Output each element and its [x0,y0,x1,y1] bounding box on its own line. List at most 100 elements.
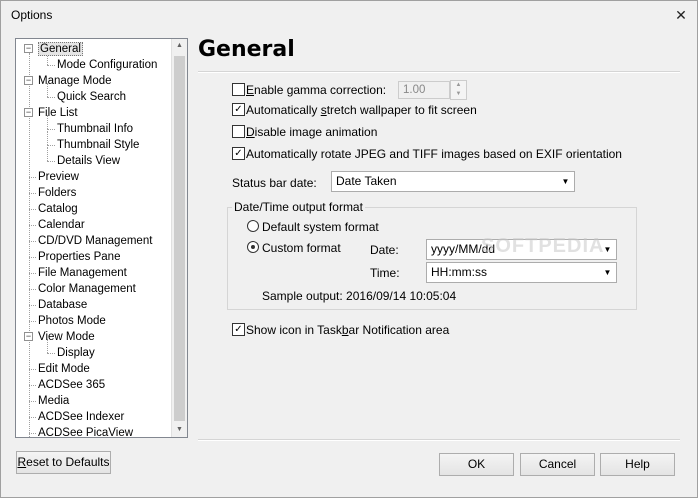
tree-item[interactable]: Thumbnail Info [57,121,133,137]
spin-up-icon[interactable]: ▲ [451,81,466,90]
tree-connector [29,385,36,386]
tree-connector [29,225,36,226]
auto-rotate-label[interactable]: Automatically rotate JPEG and TIFF image… [246,147,622,161]
options-tree[interactable]: ▲ ▼ General − Mode Configuration Manage Mod… [15,38,188,438]
tree-item-label: Database [38,299,88,311]
tree-item[interactable]: View Mode [38,329,95,345]
tree-connector [47,353,55,354]
tree-item[interactable]: Edit Mode [38,361,90,377]
scroll-up-arrow-icon[interactable]: ▲ [172,39,187,53]
tree-item[interactable]: Properties Pane [38,249,120,265]
help-button[interactable]: Help [600,453,675,476]
gamma-correction-label[interactable]: Enable gamma correction: [246,83,386,97]
tree-connector [29,417,36,418]
tree-item[interactable]: Folders [38,185,76,201]
tree-item-label: Catalog [38,203,78,215]
custom-format-label[interactable]: Custom format [262,241,341,255]
watermark-logo: SOFTPEDIA [481,235,605,257]
spin-down-icon[interactable]: ▼ [451,90,466,99]
tree-item-label: Display [57,347,95,359]
tree-item[interactable]: General [38,41,83,57]
scroll-thumb[interactable] [174,56,185,421]
tree-item-label: Thumbnail Style [57,139,140,151]
stretch-wallpaper-checkbox[interactable]: ✓ [232,103,245,116]
tree-connector [29,289,36,290]
gamma-spinner[interactable]: ▲ ▼ [450,80,467,100]
tree-item[interactable]: Media [38,393,69,409]
tree-item[interactable]: Manage Mode [38,73,112,89]
tree-item-label: Calendar [38,219,85,231]
tree-item[interactable]: ACDSee PicaView [38,425,133,437]
close-icon[interactable]: ✕ [671,5,691,25]
time-format-value: HH:mm:ss [431,265,487,279]
taskbar-icon-checkbox[interactable]: ✓ [232,323,245,336]
tree-connector [29,257,36,258]
tree-item[interactable]: Preview [38,169,79,185]
collapse-icon[interactable]: − [24,108,33,117]
tree-item[interactable]: Database [38,297,87,313]
anim-accel: D [246,125,255,139]
tree-item[interactable]: Color Management [38,281,136,297]
tree-item[interactable]: Details View [57,153,120,169]
chevron-down-icon[interactable]: ▼ [557,172,574,191]
taskbar-icon-label[interactable]: Show icon in Taskbar Notification area [246,323,449,337]
collapse-icon[interactable]: − [24,332,33,341]
tree-connector [29,209,36,210]
disable-animation-label[interactable]: Disable image animation [246,125,377,139]
title-bar: Options ✕ [1,1,697,29]
tree-item-label: ACDSee 365 [38,379,106,391]
tree-connector [29,321,36,322]
tree-item[interactable]: Thumbnail Style [57,137,139,153]
reset-to-defaults-button[interactable]: Reset to Defaults [16,451,111,474]
time-label: Time: [370,266,400,280]
reset-accel: R [17,455,27,469]
taskbar-pre: Show icon in Task [246,323,342,337]
tree-item[interactable]: Quick Search [57,89,126,105]
tree-item-label: Thumbnail Info [57,123,134,135]
disable-animation-checkbox[interactable] [232,125,245,138]
tree-item[interactable]: CD/DVD Management [38,233,152,249]
tree-connector [29,193,36,194]
tree-connector [47,131,48,145]
tree-item[interactable]: ACDSee 365 [38,377,105,393]
chevron-down-icon[interactable]: ▼ [599,263,616,282]
tree-connector [47,145,55,146]
tree-item[interactable]: Display [57,345,95,361]
tree-item-label: Media [38,395,70,407]
tree-item-label: Mode Configuration [57,59,158,71]
sample-output: Sample output: 2016/09/14 10:05:04 [262,289,457,303]
tree-item[interactable]: Calendar [38,217,85,233]
status-bar-date-dropdown[interactable]: Date Taken ▼ [331,171,575,192]
default-format-label[interactable]: Default system format [262,220,379,234]
tree-item-label: Preview [38,171,79,183]
auto-rotate-checkbox[interactable]: ✓ [232,147,245,160]
tree-item[interactable]: Catalog [38,201,78,217]
tree-connector [47,97,55,98]
ok-button[interactable]: OK [439,453,514,476]
default-format-radio[interactable] [247,220,259,232]
tree-item[interactable]: Mode Configuration [57,57,157,73]
tree-item-label: CD/DVD Management [38,235,153,247]
custom-format-radio[interactable] [247,241,259,253]
date-label: Date: [370,243,399,257]
tree-connector [29,433,36,434]
time-format-dropdown[interactable]: HH:mm:ss ▼ [426,262,617,283]
tree-scrollbar[interactable]: ▲ ▼ [171,39,187,437]
gamma-correction-checkbox[interactable] [232,83,245,96]
tree-item[interactable]: Photos Mode [38,313,106,329]
tree-item[interactable]: File List [38,105,78,121]
collapse-icon[interactable]: − [24,76,33,85]
scroll-down-arrow-icon[interactable]: ▼ [172,423,187,437]
tree-item-label: Folders [38,187,77,199]
gamma-value-input[interactable]: 1.00 [398,81,450,99]
datetime-group-title: Date/Time output format [232,200,365,214]
tree-item-label: General [38,42,83,56]
collapse-icon[interactable]: − [24,44,33,53]
footer-divider [198,439,680,441]
stretch-wallpaper-label[interactable]: Automatically stretch wallpaper to fit s… [246,103,477,117]
tree-item-label: Manage Mode [38,75,112,87]
tree-item-label: View Mode [38,331,95,343]
tree-item[interactable]: ACDSee Indexer [38,409,124,425]
tree-item[interactable]: File Management [38,265,127,281]
cancel-button[interactable]: Cancel [520,453,595,476]
